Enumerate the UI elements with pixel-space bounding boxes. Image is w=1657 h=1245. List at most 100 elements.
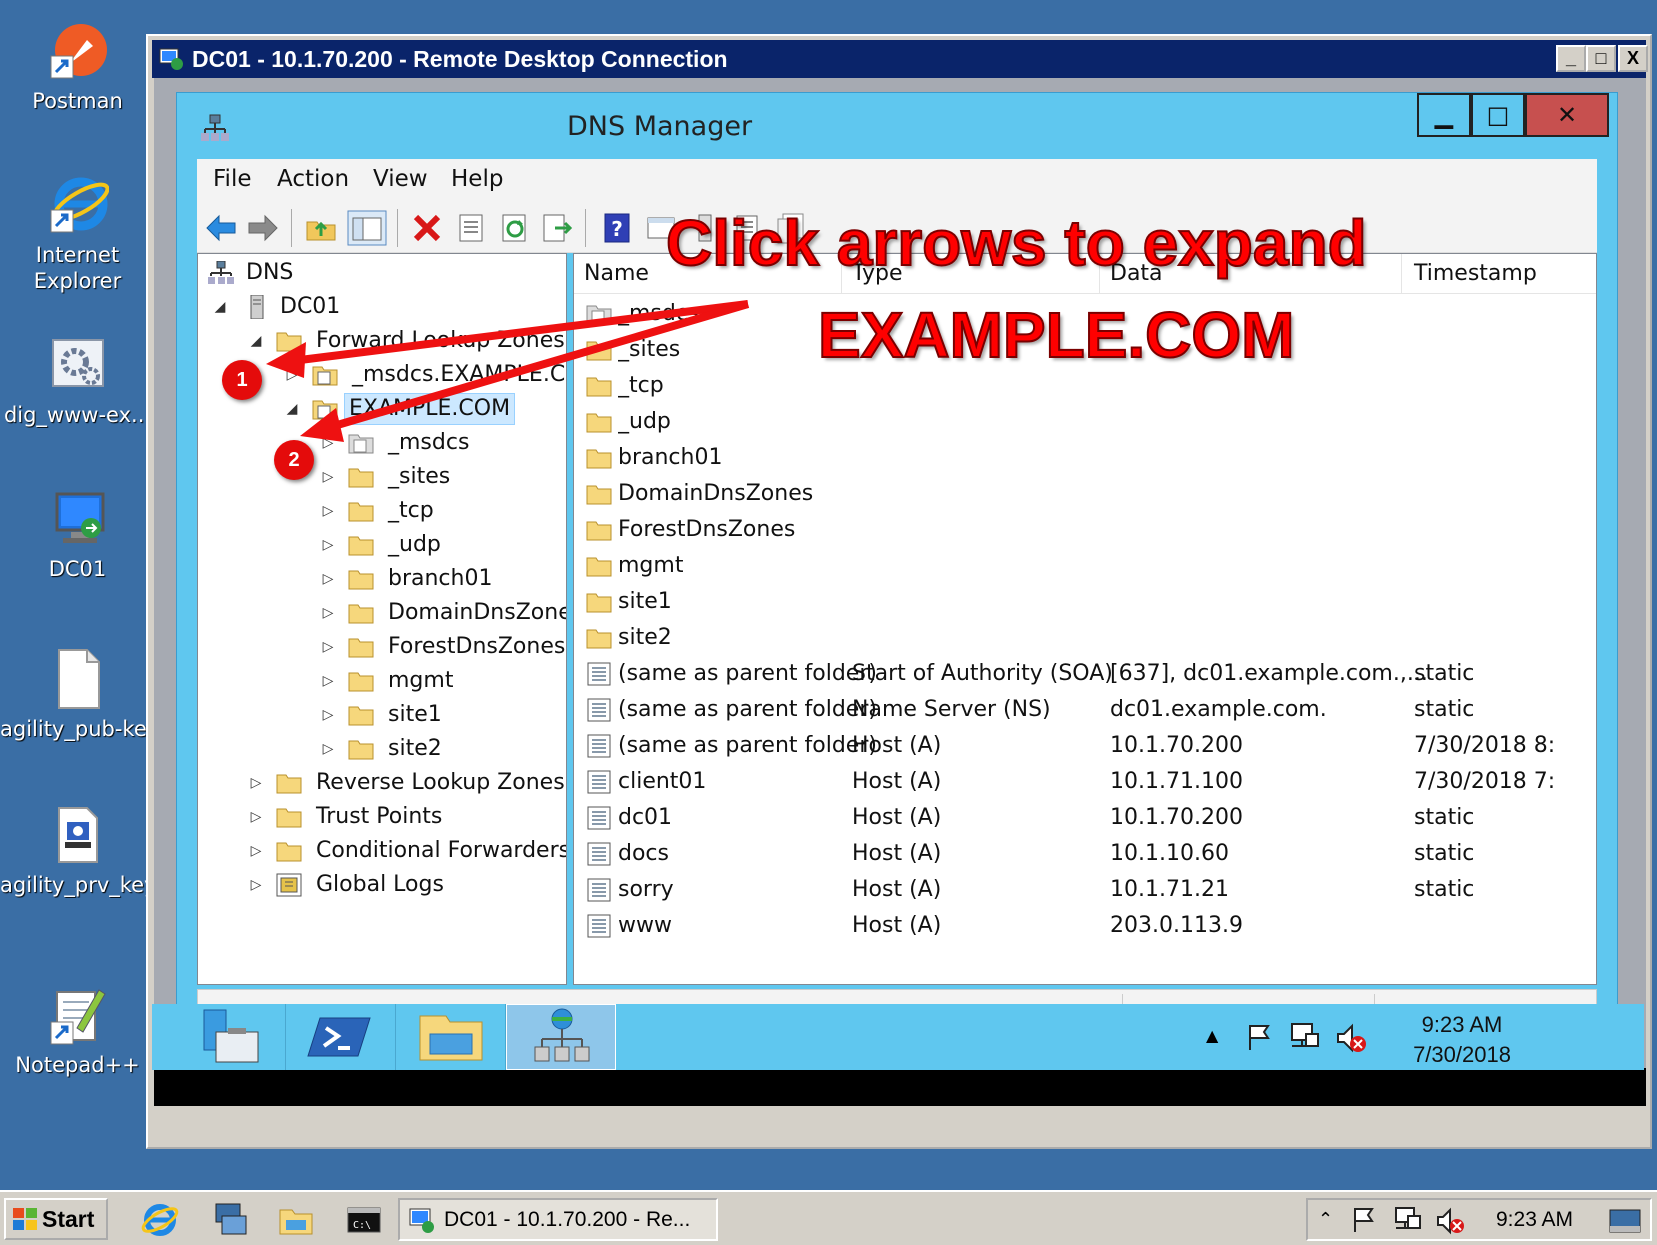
- expand-arrow-icon[interactable]: ▷: [248, 834, 264, 868]
- tree-node-label: DC01: [280, 294, 341, 319]
- desktop-icon-internet-explorer[interactable]: Internet Explorer: [0, 174, 155, 294]
- taskbar-dns-manager[interactable]: [506, 1004, 616, 1070]
- desktop-icon-notepad-plus-plus[interactable]: Notepad++: [0, 984, 155, 1078]
- start-label: Start: [42, 1206, 95, 1232]
- dns-minimize-button[interactable]: ▁: [1417, 93, 1471, 137]
- forward-arrow-icon[interactable]: [247, 212, 279, 244]
- desktop-icon-label: agility_prv_key: [0, 873, 155, 897]
- dns-close-button[interactable]: ✕: [1525, 93, 1609, 137]
- table-row[interactable]: (same as parent folder) Host (A) 10.1.70.2…: [574, 728, 1596, 764]
- menu-file[interactable]: File: [213, 166, 252, 192]
- rdp-minimize-button[interactable]: _: [1556, 45, 1586, 72]
- network-icon[interactable]: [1288, 1022, 1320, 1054]
- expand-arrow-icon[interactable]: ▷: [320, 630, 336, 664]
- table-row[interactable]: _udp: [574, 404, 1596, 440]
- row-type: Host (A): [852, 913, 942, 938]
- help-icon[interactable]: ?: [601, 212, 633, 244]
- dns-title-bar[interactable]: DNS Manager ▁ □ ✕: [177, 93, 1617, 159]
- expand-arrow-icon[interactable]: ▷: [248, 800, 264, 834]
- delete-icon[interactable]: [411, 212, 443, 244]
- file-explorer-icon[interactable]: [276, 1200, 316, 1240]
- row-name: www: [618, 913, 672, 938]
- volume-muted-icon[interactable]: [1434, 1206, 1466, 1236]
- expand-arrow-icon[interactable]: ▷: [320, 596, 336, 630]
- expand-arrow-icon[interactable]: ▷: [320, 426, 336, 460]
- key-file-icon: [57, 807, 98, 863]
- up-folder-icon[interactable]: [305, 212, 337, 244]
- internet-explorer-icon[interactable]: [140, 1200, 180, 1240]
- expand-arrow-icon[interactable]: ▷: [320, 664, 336, 698]
- collapse-arrow-icon[interactable]: ◢: [284, 392, 300, 426]
- start-button[interactable]: Start: [4, 1198, 108, 1240]
- rdp-title-bar[interactable]: DC01 - 10.1.70.200 - Remote Desktop Conn…: [152, 40, 1648, 78]
- table-row[interactable]: DomainDnsZones: [574, 476, 1596, 512]
- table-row[interactable]: docs Host (A) 10.1.10.60 static: [574, 836, 1596, 872]
- table-row[interactable]: (same as parent folder) Start of Authorit…: [574, 656, 1596, 692]
- desktop-icon-label: dig_www-ex...: [3, 403, 152, 427]
- table-row[interactable]: site1: [574, 584, 1596, 620]
- desktop-icon-postman[interactable]: Postman: [0, 20, 155, 114]
- back-arrow-icon[interactable]: [205, 212, 237, 244]
- remote-desktop-icon[interactable]: [210, 1200, 250, 1240]
- folder-icon: [276, 808, 302, 828]
- export-list-icon[interactable]: [541, 212, 573, 244]
- network-icon[interactable]: [1392, 1206, 1422, 1236]
- local-clock[interactable]: 9:23 AM: [1496, 1200, 1573, 1239]
- expand-arrow-icon[interactable]: ▷: [320, 562, 336, 596]
- desktop-icon-agility-prv-key[interactable]: agility_prv_key: [0, 804, 155, 898]
- menu-view[interactable]: View: [373, 166, 428, 192]
- properties-icon[interactable]: [455, 212, 487, 244]
- volume-muted-icon[interactable]: [1334, 1022, 1368, 1054]
- action-center-flag-icon[interactable]: [1244, 1022, 1274, 1052]
- table-row[interactable]: _tcp: [574, 368, 1596, 404]
- taskbar-powershell[interactable]: [286, 1004, 396, 1070]
- annotation-badge-1: 1: [222, 360, 262, 400]
- table-row[interactable]: (same as parent folder) Name Server (NS) d…: [574, 692, 1596, 728]
- action-center-flag-icon[interactable]: [1350, 1206, 1378, 1234]
- show-desktop-icon[interactable]: [1608, 1208, 1642, 1234]
- powershell-icon: [307, 1017, 371, 1057]
- table-row[interactable]: site2: [574, 620, 1596, 656]
- expand-arrow-icon[interactable]: ▷: [248, 766, 264, 800]
- taskbar-server-manager[interactable]: [176, 1004, 286, 1070]
- desktop-icon-agility-pub-key[interactable]: agility_pub-key: [0, 648, 155, 742]
- system-tray: ⌃ 9:23 AM: [1306, 1198, 1652, 1241]
- refresh-icon[interactable]: [499, 212, 531, 244]
- dns-record-icon: [586, 842, 612, 866]
- table-row[interactable]: mgmt: [574, 548, 1596, 584]
- row-name: (same as parent folder): [618, 661, 877, 686]
- dns-maximize-button[interactable]: □: [1471, 93, 1525, 137]
- table-row[interactable]: dc01 Host (A) 10.1.70.200 static: [574, 800, 1596, 836]
- expand-arrow-icon[interactable]: ▷: [320, 698, 336, 732]
- expand-arrow-icon[interactable]: ▷: [320, 460, 336, 494]
- annotation-callout-line2: EXAMPLE.COM: [817, 298, 1295, 372]
- expand-arrow-icon[interactable]: ▷: [320, 528, 336, 562]
- remote-clock[interactable]: 9:23 AM 7/30/2018: [1392, 1010, 1532, 1070]
- rdp-maximize-button[interactable]: □: [1586, 45, 1616, 72]
- column-header-timestamp[interactable]: Timestamp: [1404, 254, 1596, 294]
- command-prompt-icon[interactable]: C:\: [344, 1200, 384, 1240]
- expand-arrow-icon[interactable]: ▷: [248, 868, 264, 902]
- row-data: [637], dc01.example.com.,...: [1110, 661, 1428, 686]
- expand-arrow-icon[interactable]: ▷: [284, 358, 300, 392]
- rdp-close-button[interactable]: X: [1618, 45, 1648, 72]
- table-row[interactable]: client01 Host (A) 10.1.71.100 7/30/2018 7:: [574, 764, 1596, 800]
- taskbar-rdp-button[interactable]: DC01 - 10.1.70.200 - Re...: [398, 1198, 718, 1241]
- collapse-arrow-icon[interactable]: ◢: [212, 290, 228, 324]
- desktop-icon-dc01[interactable]: DC01: [0, 488, 155, 582]
- menu-help[interactable]: Help: [451, 166, 503, 192]
- table-row[interactable]: www Host (A) 203.0.113.9: [574, 908, 1596, 944]
- collapse-arrow-icon[interactable]: ◢: [248, 324, 264, 358]
- table-row[interactable]: ForestDnsZones: [574, 512, 1596, 548]
- expand-arrow-icon[interactable]: ▷: [320, 732, 336, 766]
- menu-action[interactable]: Action: [277, 166, 349, 192]
- tray-overflow-icon[interactable]: ▲: [1206, 1026, 1218, 1045]
- show-hide-console-tree-icon[interactable]: [347, 210, 387, 246]
- row-name: site2: [618, 625, 672, 650]
- expand-arrow-icon[interactable]: ▷: [320, 494, 336, 528]
- taskbar-file-explorer[interactable]: [396, 1004, 506, 1070]
- table-row[interactable]: branch01: [574, 440, 1596, 476]
- desktop-icon-dig-www[interactable]: dig_www-ex...: [0, 334, 155, 428]
- tray-expand-icon[interactable]: ⌃: [1318, 1200, 1333, 1239]
- table-row[interactable]: sorry Host (A) 10.1.71.21 static: [574, 872, 1596, 908]
